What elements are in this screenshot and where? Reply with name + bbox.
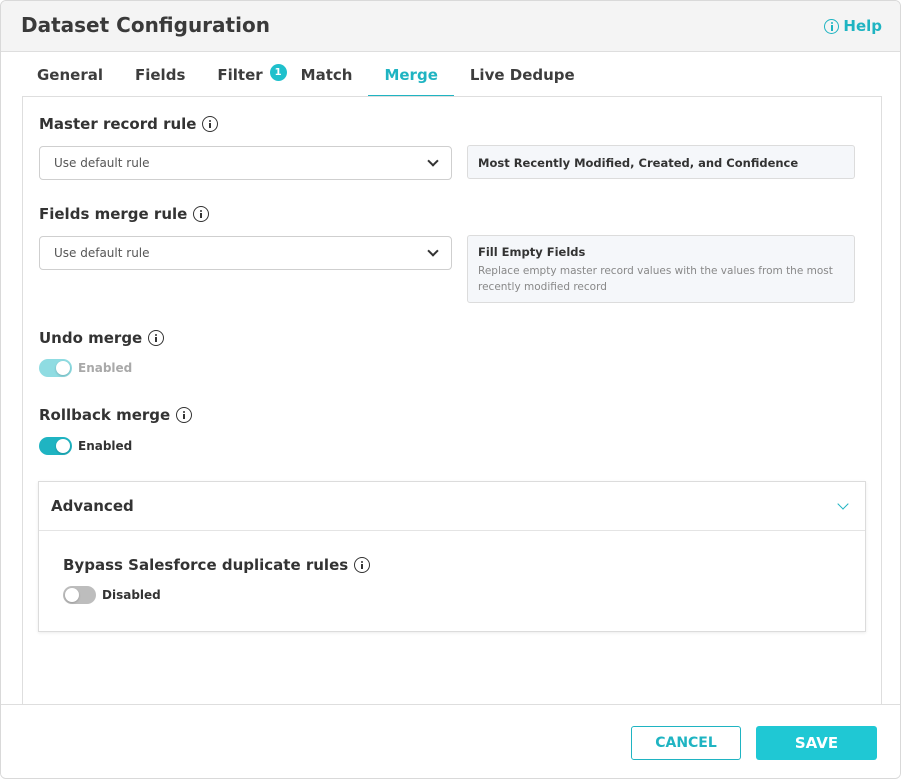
section-label-text: Fields merge rule [39,205,188,223]
tab-label: Filter [217,66,263,84]
tab-general[interactable]: General [21,52,119,97]
tab-label: Match [300,66,353,84]
chevron-down-icon [427,155,439,167]
info-box-description: Replace empty master record values with … [478,265,833,293]
advanced-section-header[interactable]: Advanced [39,482,865,531]
tab-label: General [37,66,103,84]
tab-fields[interactable]: Fields [119,52,201,97]
advanced-title: Advanced [51,497,134,515]
toggle-status-text: Enabled [78,361,133,375]
master-record-rule-info: Most Recently Modified, Created, and Con… [467,145,855,179]
info-icon[interactable] [193,206,210,222]
rollback-merge-toggle-row: Enabled [39,437,132,455]
bypass-salesforce-toggle[interactable] [63,586,96,604]
help-label: Help [843,17,882,35]
help-link[interactable]: Help [824,17,882,35]
info-icon[interactable] [148,330,165,346]
merge-settings-panel: Master record rule Use default rule Most… [22,96,882,705]
fields-merge-rule-select[interactable]: Use default rule [39,236,452,270]
master-record-rule-label: Master record rule [39,115,219,133]
select-value: Use default rule [54,246,150,260]
fields-merge-rule-label: Fields merge rule [39,205,210,223]
fields-merge-rule-info: Fill Empty Fields Replace empty master r… [467,235,855,303]
master-record-rule-select[interactable]: Use default rule [39,146,452,180]
section-label-text: Rollback merge [39,406,171,424]
tab-merge[interactable]: Merge [368,52,454,97]
chevron-down-icon [837,498,849,510]
dialog-title: Dataset Configuration [21,13,270,37]
toggle-status-text: Disabled [102,588,161,602]
undo-merge-toggle[interactable] [39,359,72,377]
info-icon [824,18,840,34]
undo-merge-toggle-row: Enabled [39,359,132,377]
dataset-configuration-dialog: Dataset Configuration Help General Field… [0,0,901,779]
tab-bar: General Fields Filter 1 Match Merge Live… [21,52,591,97]
dialog-footer: CANCEL SAVE [1,704,900,778]
info-icon[interactable] [354,557,371,573]
toggle-knob [56,361,70,375]
tab-match[interactable]: Match [285,52,369,97]
info-icon[interactable] [176,407,193,423]
rollback-merge-toggle[interactable] [39,437,72,455]
tab-label: Merge [384,66,438,84]
tab-filter[interactable]: Filter 1 [201,52,287,97]
chevron-down-icon [427,245,439,257]
tab-label: Fields [135,66,186,84]
save-button[interactable]: SAVE [756,726,877,760]
toggle-status-text: Enabled [78,439,133,453]
section-label-text: Undo merge [39,329,143,347]
info-icon[interactable] [202,116,219,132]
undo-merge-label: Undo merge [39,329,165,347]
tab-label: Live Dedupe [469,66,575,84]
cancel-button[interactable]: CANCEL [631,726,741,760]
section-label-text: Master record rule [39,115,197,133]
section-label-text: Bypass Salesforce duplicate rules [63,556,349,574]
dialog-header: Dataset Configuration Help [1,1,900,52]
advanced-section: Advanced Bypass Salesforce duplicate rul… [38,481,866,632]
bypass-salesforce-toggle-row: Disabled [63,586,161,604]
select-value: Use default rule [54,156,150,170]
info-box-title: Fill Empty Fields [478,245,586,259]
info-box-title: Most Recently Modified, Created, and Con… [478,156,799,170]
tab-live-dedupe[interactable]: Live Dedupe [454,52,591,97]
rollback-merge-label: Rollback merge [39,406,193,424]
toggle-knob [56,439,70,453]
toggle-knob [65,588,79,602]
bypass-salesforce-label: Bypass Salesforce duplicate rules [63,556,371,574]
